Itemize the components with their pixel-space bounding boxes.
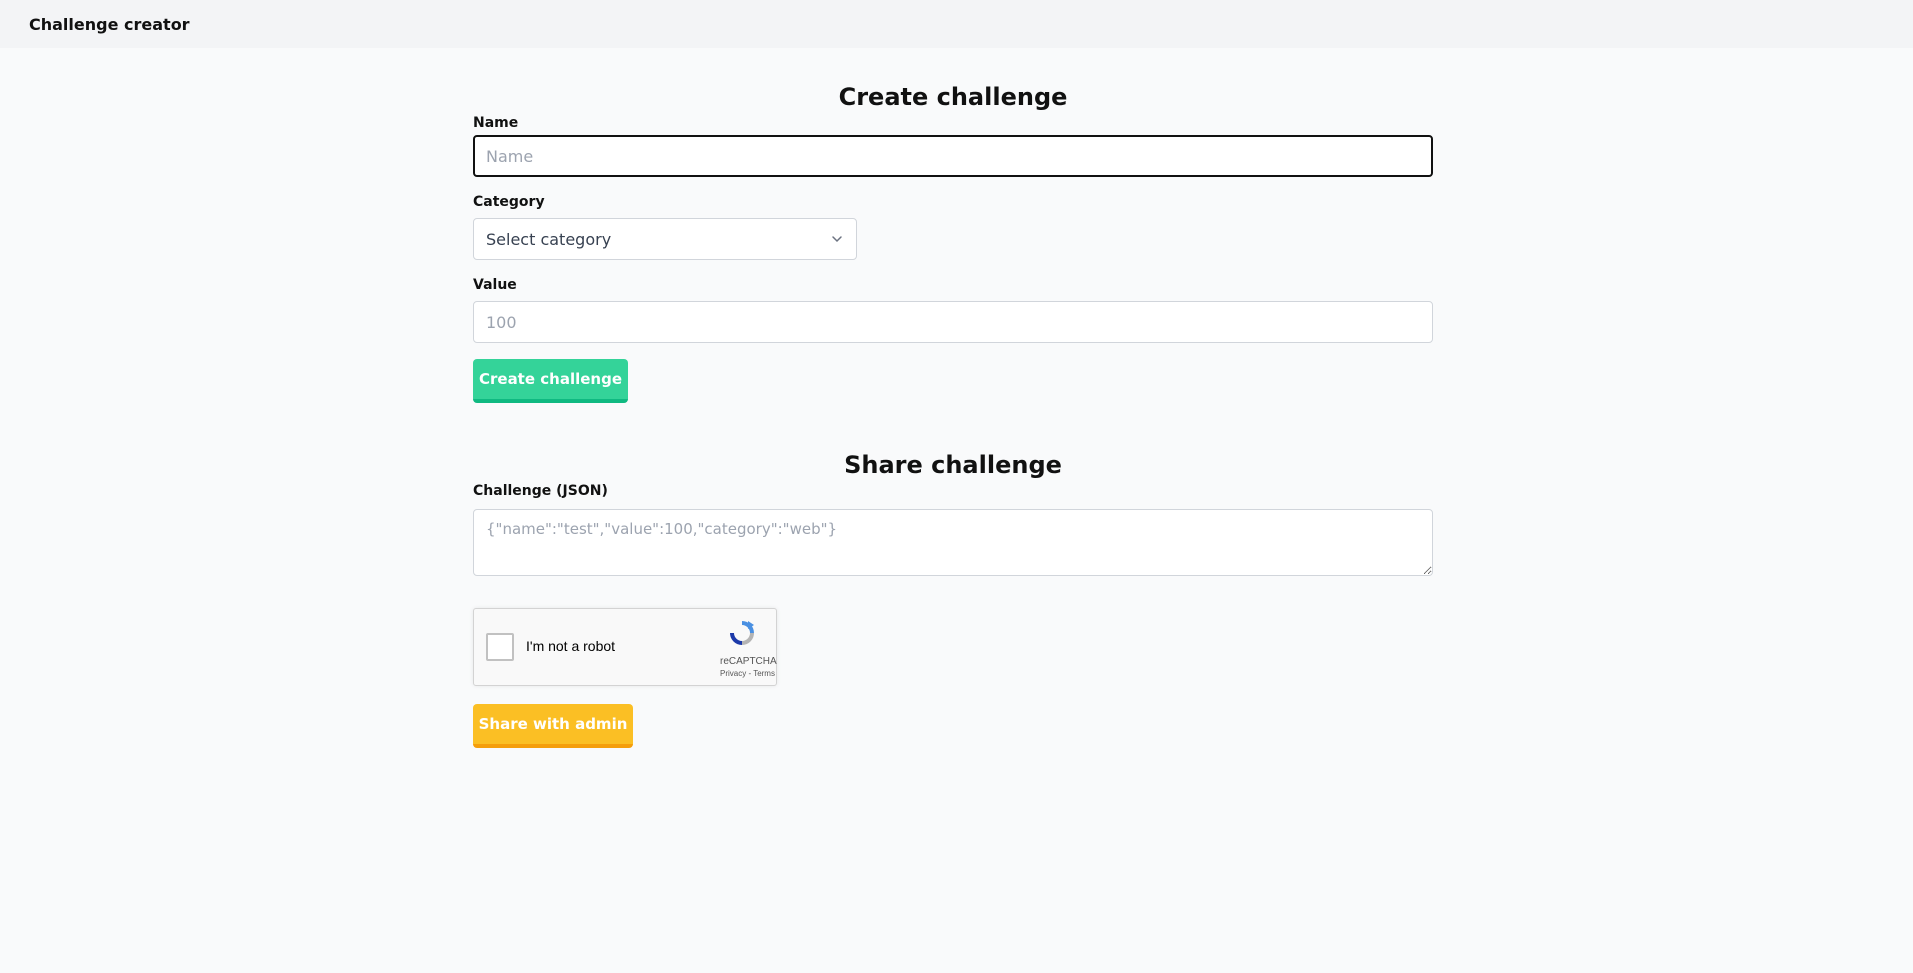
share-challenge-title: Share challenge <box>844 451 1062 479</box>
recaptcha-label: I'm not a robot <box>526 638 616 654</box>
category-selected-value: Select category <box>486 229 612 249</box>
challenge-json-textarea[interactable] <box>473 509 1433 576</box>
name-label: Name <box>473 115 519 131</box>
top-bar: Challenge creator <box>0 0 1913 48</box>
app-title: Challenge creator <box>29 14 190 34</box>
category-select[interactable]: Select category <box>473 218 857 260</box>
recaptcha-links[interactable]: Privacy - Terms <box>720 669 775 678</box>
name-input[interactable] <box>473 135 1433 177</box>
recaptcha-logo: reCAPTCHA Privacy - Terms <box>720 617 777 678</box>
value-input[interactable] <box>473 301 1433 343</box>
chevron-down-icon <box>832 236 842 243</box>
value-label: Value <box>473 277 517 293</box>
main-container: Create challenge Name Category Select ca… <box>473 48 1433 748</box>
create-challenge-title: Create challenge <box>838 83 1068 111</box>
recaptcha-icon <box>730 621 754 645</box>
recaptcha-checkbox[interactable] <box>486 633 514 661</box>
share-with-admin-button[interactable]: Share with admin <box>473 704 633 748</box>
json-label: Challenge (JSON) <box>473 483 608 499</box>
create-challenge-button[interactable]: Create challenge <box>473 359 628 403</box>
category-label: Category <box>473 194 545 210</box>
recaptcha-widget: I'm not a robot reCAPTCHA Privacy - Term… <box>473 608 777 686</box>
recaptcha-brand: reCAPTCHA <box>720 656 777 667</box>
